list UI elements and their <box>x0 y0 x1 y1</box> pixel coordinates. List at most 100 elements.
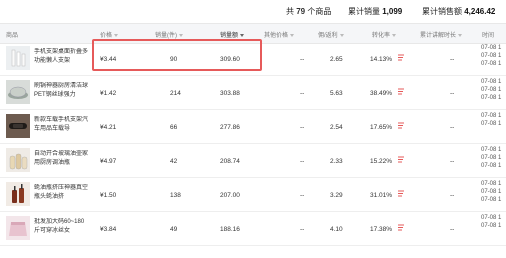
conversion-cell: 17.38% <box>370 226 393 233</box>
cumulative-cell: -- <box>450 192 455 199</box>
time-entry: 07-08 1 <box>481 215 502 221</box>
col-other-price[interactable]: 其他价格 <box>264 30 295 39</box>
time-cell: 07-08 1 07-08 1 07-08 1 <box>481 146 506 170</box>
quantity-cell: 49 <box>170 226 178 233</box>
cumulative-cell: -- <box>450 226 455 233</box>
total-products: 共 79 个商品 <box>286 7 332 16</box>
table-row[interactable]: 刷锅神器厨房清洁球PET钢丝球强力 ¥1.42 214 303.88 -- 5.63 38.… <box>0 76 506 110</box>
other-price-cell: -- <box>300 192 305 199</box>
product-thumbnail[interactable] <box>6 114 30 138</box>
sort-icon[interactable] <box>240 33 245 37</box>
price-cell: ¥3.84 <box>100 226 117 233</box>
amount-cell: 277.86 <box>220 124 240 131</box>
price-cell: ¥1.50 <box>100 192 117 199</box>
conversion-cell: 14.13% <box>370 56 393 63</box>
table-row[interactable]: 批发加大码60~180斤可穿冰丝女 ¥3.84 49 188.16 -- 4.10 17.3… <box>0 212 506 246</box>
col-price[interactable]: 价格 <box>100 30 119 39</box>
other-price-cell: -- <box>300 226 305 233</box>
col-amount[interactable]: 销量额 <box>220 30 245 39</box>
quantity-cell: 66 <box>170 124 178 131</box>
time-cell: 07-08 1 07-08 1 07-08 1 <box>481 44 506 68</box>
trend-icon[interactable] <box>397 223 405 233</box>
time-entry: 07-08 1 <box>481 147 502 153</box>
other-price-cell: -- <box>300 158 305 165</box>
amount-cell: 208.74 <box>220 158 240 165</box>
time-entry: 07-08 1 <box>481 53 502 59</box>
product-thumbnail[interactable] <box>6 46 30 70</box>
total-count: 79 <box>296 7 306 16</box>
time-entry: 07-08 1 <box>481 113 502 119</box>
amount-value: 4,246.42 <box>464 7 496 16</box>
total-sales: 累计销量 1,099 <box>348 7 403 16</box>
product-name[interactable]: 批发加大码60~180斤可穿冰丝女 <box>34 218 88 238</box>
amount-cell: 303.88 <box>220 90 240 97</box>
time-entry: 07-08 1 <box>481 87 502 93</box>
trend-icon[interactable] <box>397 53 405 63</box>
time-cell: 07-08 1 07-08 1 07-08 1 <box>481 180 506 204</box>
trend-icon[interactable] <box>397 121 405 131</box>
sort-icon[interactable] <box>339 33 344 37</box>
product-thumbnail[interactable] <box>6 80 30 104</box>
sort-icon[interactable] <box>392 33 397 37</box>
price-cell: ¥4.21 <box>100 124 117 131</box>
col-cumulative[interactable]: 累计讲解时长 <box>420 30 463 39</box>
time-cell: 07-08 1 07-08 1 07-08 1 <box>481 78 506 102</box>
quantity-cell: 42 <box>170 158 178 165</box>
sales-value: 1,099 <box>382 7 403 16</box>
time-entry: 07-08 1 <box>481 163 502 169</box>
commission-cell: 5.63 <box>330 90 343 97</box>
time-entry: 07-08 1 <box>481 155 502 161</box>
col-quantity[interactable]: 销量(件) <box>155 30 183 39</box>
price-cell: ¥1.42 <box>100 90 117 97</box>
price-cell: ¥4.97 <box>100 158 117 165</box>
cumulative-cell: -- <box>450 90 455 97</box>
conversion-cell: 17.65% <box>370 124 393 131</box>
commission-cell: 2.65 <box>330 56 343 63</box>
time-entry: 07-08 1 <box>481 95 502 101</box>
table-row[interactable]: 新款车载手机支架汽车用品车载导 ¥4.21 66 277.86 -- 2.54 17.65%… <box>0 110 506 144</box>
commission-cell: 2.33 <box>330 158 343 165</box>
col-time: 时间 <box>482 33 495 39</box>
time-entry: 07-08 1 <box>481 45 502 51</box>
product-name[interactable]: 新款车载手机支架汽车用品车载导 <box>34 116 88 136</box>
other-price-cell: -- <box>300 124 305 131</box>
amount-cell: 207.00 <box>220 192 240 199</box>
col-conversion[interactable]: 转化率 <box>372 30 397 39</box>
total-amount: 累计销售额 4,246.42 <box>422 7 496 16</box>
product-name[interactable]: 蚝油瓶挤压神器真空瓶头蚝油挤 <box>34 184 88 204</box>
summary-bar: 共 79 个商品 累计销量 1,099 累计销售额 4,246.42 <box>0 6 506 20</box>
product-name[interactable]: 自动开合玻璃油壶家用厨房调油瓶 <box>34 150 88 170</box>
commission-cell: 2.54 <box>330 124 343 131</box>
time-entry: 07-08 1 <box>481 189 502 195</box>
commission-cell: 4.10 <box>330 226 343 233</box>
cumulative-cell: -- <box>450 124 455 131</box>
other-price-cell: -- <box>300 56 305 63</box>
product-thumbnail[interactable] <box>6 216 30 240</box>
conversion-cell: 31.01% <box>370 192 393 199</box>
product-name[interactable]: 手机支架桌面折叠多功能懒人支架 <box>34 48 88 68</box>
col-commission[interactable]: 佣/返利 <box>318 30 344 39</box>
time-cell: 07-08 1 07-08 1 <box>481 214 506 230</box>
col-product: 商品 <box>6 33 19 39</box>
table-row[interactable]: 蚝油瓶挤压神器真空瓶头蚝油挤 ¥1.50 138 207.00 -- 3.29 31.01%… <box>0 178 506 212</box>
time-entry: 07-08 1 <box>481 61 502 67</box>
time-entry: 07-08 1 <box>481 223 502 229</box>
other-price-cell: -- <box>300 90 305 97</box>
cumulative-cell: -- <box>450 56 455 63</box>
table-row[interactable]: 自动开合玻璃油壶家用厨房调油瓶 ¥4.97 42 208.74 -- 2.33 15.22%… <box>0 144 506 178</box>
sort-icon[interactable] <box>458 33 463 37</box>
amount-cell: 188.16 <box>220 226 240 233</box>
quantity-cell: 138 <box>170 192 181 199</box>
conversion-cell: 38.49% <box>370 90 393 97</box>
product-thumbnail[interactable] <box>6 148 30 172</box>
trend-icon[interactable] <box>397 155 405 165</box>
commission-cell: 3.29 <box>330 192 343 199</box>
product-name[interactable]: 刷锅神器厨房清洁球PET钢丝球强力 <box>34 82 88 102</box>
time-entry: 07-08 1 <box>481 181 502 187</box>
sort-icon[interactable] <box>290 33 295 37</box>
product-thumbnail[interactable] <box>6 182 30 206</box>
sort-icon[interactable] <box>114 33 119 37</box>
trend-icon[interactable] <box>397 87 405 97</box>
sort-icon[interactable] <box>179 33 183 37</box>
trend-icon[interactable] <box>397 189 405 199</box>
